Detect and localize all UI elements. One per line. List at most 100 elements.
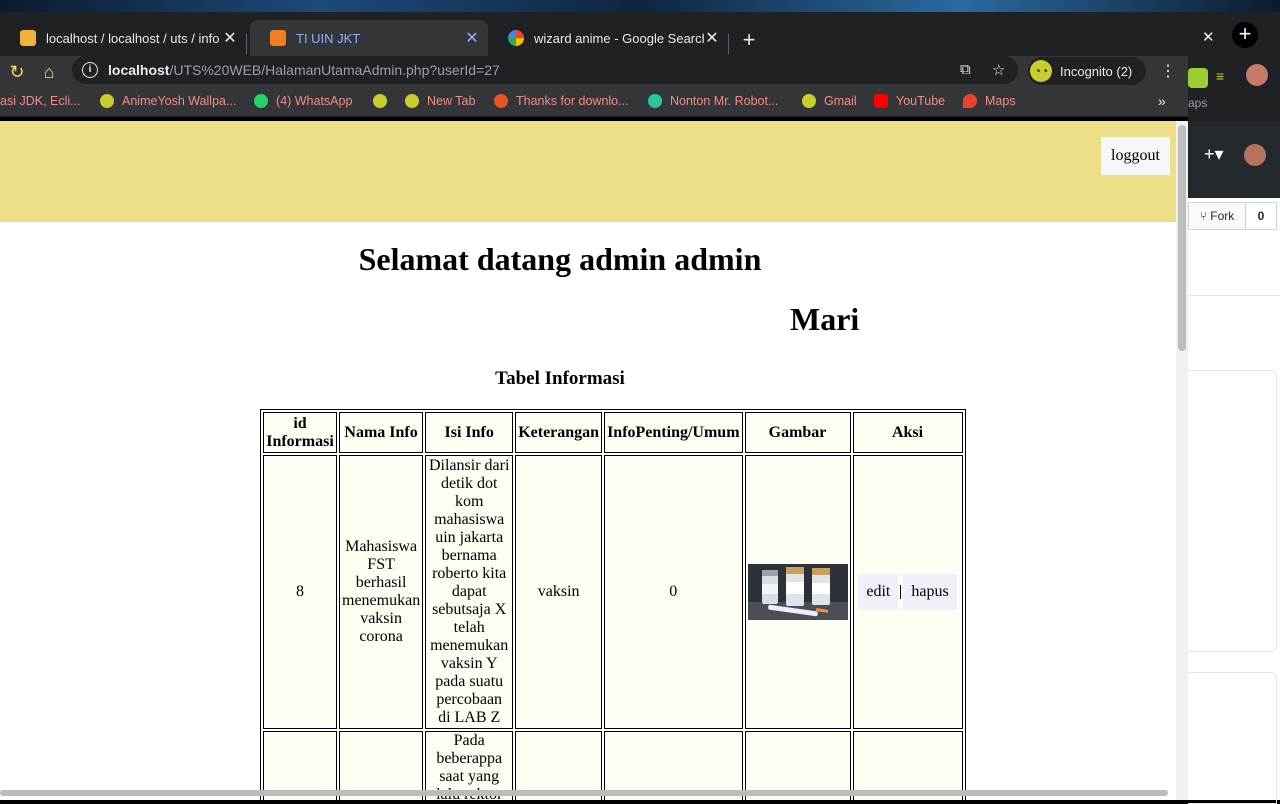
close-icon[interactable]: ✕ [464,28,480,48]
bookmarks-overflow-button[interactable]: » [1158,93,1166,109]
hapus-button[interactable]: hapus [903,574,957,610]
cell-gambar [744,455,851,729]
scrollbar-thumb[interactable] [1178,125,1186,351]
close-icon[interactable]: ✕ [704,28,720,48]
bookmark-item[interactable] [373,94,395,108]
divider [1188,295,1280,296]
bookmark-label: Maps [985,94,1016,108]
extension-icon [1188,68,1208,88]
bookmark-item[interactable]: (4) WhatsApp [254,94,352,108]
page-header: loggout [0,121,1176,222]
vertical-scrollbar[interactable] [1176,121,1188,800]
tab-separator [246,34,247,54]
table-header-row: id Informasi Nama Info Isi Info Keterang… [263,412,963,453]
url-host: localhost [108,62,170,78]
tab-title: localhost / localhost / uts / info [46,30,220,46]
vaccine-vials-image [747,564,848,620]
tab-separator [728,34,729,54]
bookmark-item[interactable]: Thanks for downlo... [494,94,629,108]
whatsapp-icon [254,94,268,108]
site-info-icon[interactable]: i [82,62,98,78]
horizontal-scrollbar[interactable] [0,790,1168,796]
vaccine-vials-svg [747,564,848,620]
avatar [1244,144,1266,166]
close-icon[interactable]: ✕ [222,28,238,48]
bookmark-label: YouTube [896,94,946,108]
tab-strip: localhost / localhost / uts / info ✕ TI … [0,12,1188,56]
phpmyadmin-icon [20,30,36,46]
bookmark-label: AnimeYosh Wallpa... [122,94,237,108]
reload-icon[interactable]: ↻ [6,61,28,83]
browser-toolbar: ↻ ⌂ i localhost/UTS%20WEB/HalamanUtamaAd… [0,56,1188,88]
react-icon [648,94,662,108]
panel [1188,672,1277,804]
bookmarks-bar: asi JDK, Ecli... AnimeYosh Wallpa... (4)… [0,88,1188,117]
google-icon [508,30,524,46]
column-header: Keterangan [515,412,603,453]
background-window: ✕ + ≡ aps +▾ ⑂ Fork 0 [1188,12,1280,804]
globe-icon [405,94,419,108]
cell-id: 8 [263,455,337,729]
youtube-icon [874,94,888,108]
web-page: loggout Selamat datang admin admin Mari … [0,121,1176,800]
tab-ti-uin-jkt[interactable]: TI UIN JKT ✕ [250,20,488,56]
address-bar[interactable]: i localhost/UTS%20WEB/HalamanUtamaAdmin.… [72,56,1018,84]
url-path: /UTS%20WEB/HalamanUtamaAdmin.php?userId=… [169,62,500,78]
globe-icon [100,94,114,108]
bookmark-item[interactable]: Gmail [802,94,857,108]
fork-count: 0 [1245,202,1277,230]
home-icon[interactable]: ⌂ [38,61,60,83]
column-header: Isi Info [425,412,514,453]
desktop-wallpaper [0,0,1280,12]
bookmark-item[interactable]: New Tab [405,94,475,108]
column-header: Gambar [744,412,851,453]
reading-list-icon: ≡ [1216,68,1225,84]
bookmark-label: (4) WhatsApp [276,94,353,108]
new-tab-icon: + [1232,22,1258,48]
bookmark-label: asi JDK, Ecli... [0,94,81,108]
url-text: localhost/UTS%20WEB/HalamanUtamaAdmin.ph… [108,62,500,78]
incognito-label: Incognito (2) [1060,63,1133,79]
ubuntu-icon [494,94,508,108]
column-header: Aksi [852,412,963,453]
column-header: InfoPenting/Umum [604,412,743,453]
avatar [1246,64,1268,86]
panel [1188,370,1277,652]
incognito-indicator[interactable]: ◔◔ Incognito (2) [1028,57,1146,85]
cell-info-penting: 0 [604,455,743,729]
bookmark-item[interactable]: AnimeYosh Wallpa... [100,94,236,108]
translate-icon[interactable]: ⧉ [960,61,971,78]
fork-icon: ⑂ [1199,209,1211,223]
fork-label: Fork [1210,209,1235,223]
info-table: id Informasi Nama Info Isi Info Keterang… [260,409,966,800]
tab-phpmyadmin[interactable]: localhost / localhost / uts / info ✕ [0,20,246,56]
cell-aksi: edit hapus [852,455,963,729]
bookmark-item[interactable]: asi JDK, Ecli... [0,94,81,108]
bookmark-item[interactable]: YouTube [874,94,945,108]
logout-button[interactable]: loggout [1101,137,1170,175]
bookmark-label: Gmail [824,94,857,108]
divider [900,585,902,600]
bookmark-star-icon[interactable]: ☆ [992,61,1005,79]
bookmark-label: aps [1188,96,1208,110]
column-header: Nama Info [339,412,424,453]
bookmark-item[interactable]: Nonton Mr. Robot... [648,94,778,108]
github-header: +▾ [1188,122,1280,198]
fork-button: ⑂ Fork [1188,202,1246,230]
mari-heading: Mari [790,301,860,337]
maps-icon [963,94,977,108]
bookmark-label: Nonton Mr. Robot... [670,94,779,108]
bookmark-item[interactable]: Maps [963,94,1016,108]
new-tab-button[interactable]: + [738,29,760,52]
cell-keterangan: vaksin [515,455,603,729]
tab-google-search[interactable]: wizard anime - Google Search ✕ [488,20,728,56]
cell-isi-info: Dilansir dari detik dot kom mahasiswa ui… [425,455,514,729]
browser-menu-icon[interactable]: ⋮ [1160,61,1176,81]
cell-nama-info: Mahasiswa FST berhasil menemukan vaksin … [339,455,424,729]
welcome-heading: Selamat datang admin admin [358,241,762,277]
globe-icon [373,94,387,108]
column-header: id Informasi [263,412,337,453]
globe-icon [802,94,816,108]
edit-button[interactable]: edit [858,574,899,610]
plus-icon: +▾ [1204,144,1224,164]
